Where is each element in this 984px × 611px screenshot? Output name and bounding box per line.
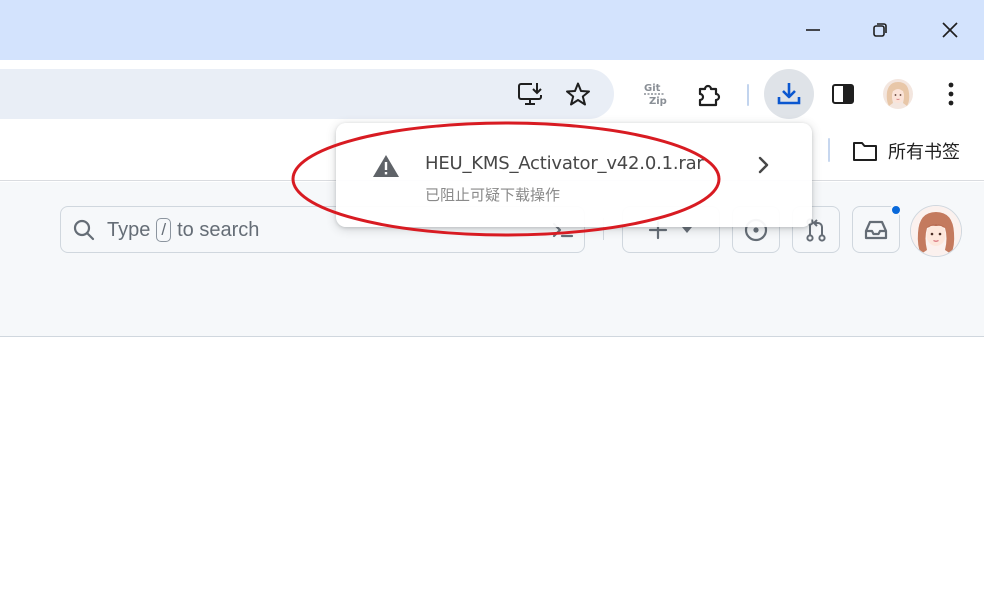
- minimize-icon: [806, 29, 820, 31]
- close-icon: [942, 22, 958, 38]
- download-icon: [777, 83, 801, 105]
- all-bookmarks-label: 所有书签: [888, 142, 960, 163]
- browser-toolbar: Git Zip: [0, 60, 984, 128]
- all-bookmarks-button[interactable]: 所有书签: [852, 138, 960, 164]
- close-window-button[interactable]: [922, 0, 978, 60]
- gitzip-label-line2: Zip: [649, 96, 667, 107]
- star-icon: [566, 82, 590, 106]
- gitzip-label-line1: Git: [644, 83, 661, 94]
- profile-avatar-button[interactable]: [880, 76, 916, 112]
- search-placeholder: Type / to search: [107, 218, 259, 242]
- gitzip-icon: Git Zip: [644, 83, 667, 107]
- install-app-icon: [518, 83, 542, 105]
- chevron-right-icon[interactable]: [754, 153, 774, 177]
- search-icon: [73, 219, 95, 241]
- unread-notification-dot: [890, 204, 902, 216]
- restore-icon: [873, 23, 887, 37]
- puzzle-icon: [698, 84, 721, 107]
- avatar: [883, 79, 913, 109]
- extensions-button[interactable]: [691, 76, 727, 112]
- kebab-menu-icon: [948, 82, 954, 106]
- github-user-avatar[interactable]: [910, 205, 962, 257]
- bookmarks-separator: [828, 138, 830, 162]
- download-bubble[interactable]: HEU_KMS_Activator_v42.0.1.rar 已阻止可疑下载操作: [336, 123, 812, 227]
- search-shortcut-key: /: [156, 218, 172, 242]
- toolbar-separator: [747, 84, 749, 106]
- download-filename: HEU_KMS_Activator_v42.0.1.rar: [425, 153, 704, 174]
- side-panel-icon: [832, 84, 854, 104]
- minimize-button[interactable]: [785, 0, 841, 60]
- search-placeholder-prefix: Type: [107, 218, 151, 241]
- window-title-bar: [0, 0, 984, 60]
- restore-button[interactable]: [852, 0, 908, 60]
- downloads-button[interactable]: [764, 69, 814, 119]
- download-status: 已阻止可疑下载操作: [425, 186, 561, 204]
- side-panel-button[interactable]: [825, 76, 861, 112]
- search-placeholder-suffix: to search: [177, 218, 260, 241]
- warning-triangle-icon: [373, 155, 399, 177]
- browser-menu-button[interactable]: [933, 76, 969, 112]
- gitzip-extension-button[interactable]: Git Zip: [636, 76, 672, 112]
- address-bar[interactable]: [0, 69, 614, 119]
- folder-icon: [853, 142, 877, 161]
- install-app-button[interactable]: [516, 80, 544, 108]
- bookmark-star-button[interactable]: [564, 80, 592, 108]
- inbox-icon: [864, 220, 888, 239]
- avatar: [911, 206, 961, 256]
